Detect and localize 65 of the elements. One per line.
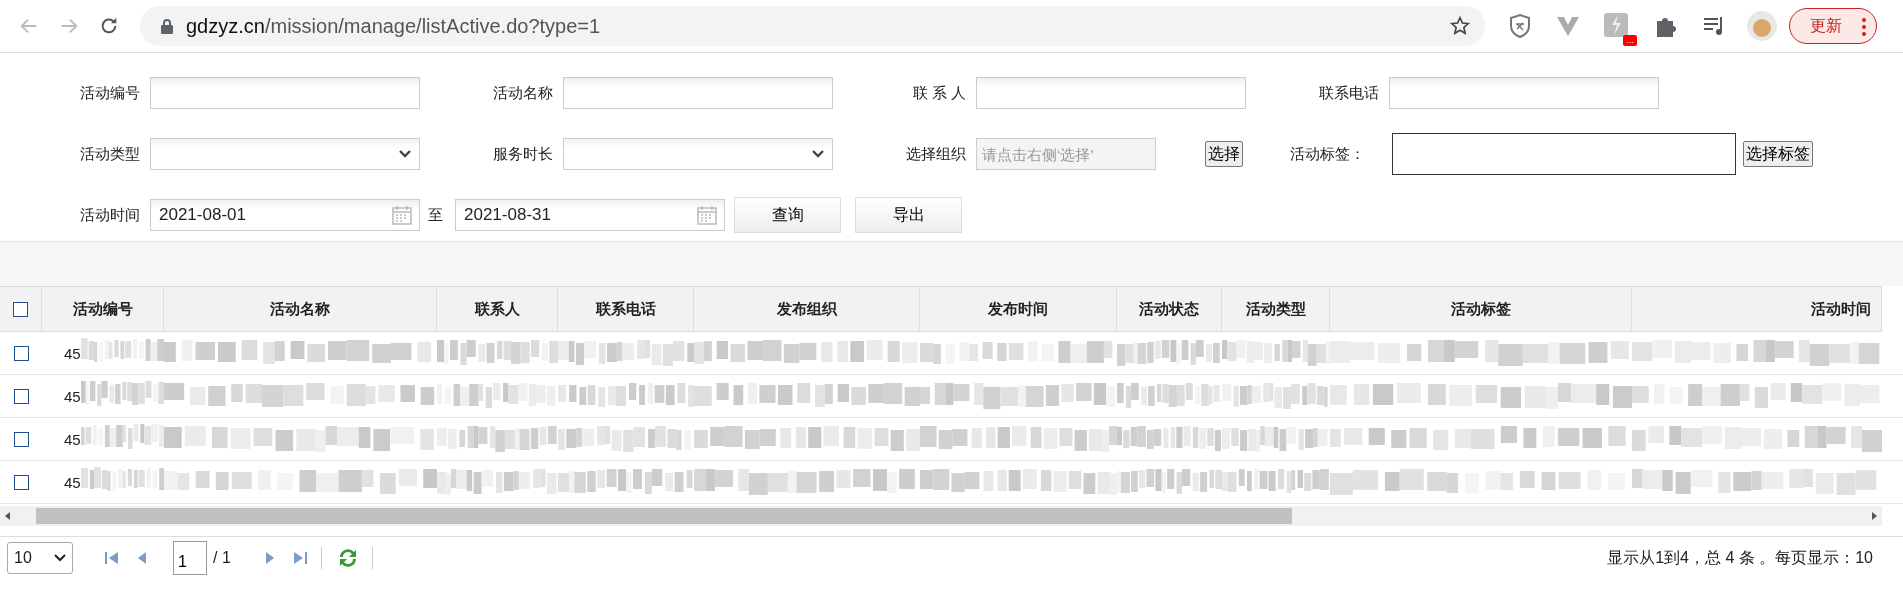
date-field[interactable]: 2021-08-01 bbox=[150, 199, 420, 231]
field-label: 联 系 人 bbox=[911, 83, 967, 103]
caret-icon bbox=[812, 150, 824, 158]
column-header: 活动标签 bbox=[1330, 286, 1632, 332]
text-field[interactable] bbox=[976, 77, 1246, 109]
pagination-summary: 显示从1到4，总 4 条 。每页显示：10 bbox=[1607, 547, 1873, 568]
column-header: 活动编号 bbox=[42, 286, 164, 332]
column-header: 联系电话 bbox=[558, 286, 694, 332]
notification-badge: ... bbox=[1623, 35, 1637, 46]
column-header: 活动名称 bbox=[164, 286, 437, 332]
row-checkbox[interactable] bbox=[13, 345, 29, 361]
avatar-icon[interactable] bbox=[1747, 11, 1777, 41]
caret-icon bbox=[54, 554, 66, 562]
column-header: 发布时间 bbox=[920, 286, 1117, 332]
table-cell: 45 bbox=[64, 473, 81, 491]
organization-field[interactable]: 请点击右侧‘选择’ bbox=[976, 138, 1156, 170]
tag-field[interactable] bbox=[1392, 133, 1736, 175]
field-label: 活动时间 bbox=[79, 205, 141, 225]
text-field[interactable] bbox=[563, 77, 833, 109]
update-button[interactable]: 更新 bbox=[1789, 8, 1877, 44]
menu-icon[interactable] bbox=[1862, 18, 1866, 36]
select-tag-button[interactable]: 选择标签 bbox=[1743, 141, 1813, 167]
page-total: / 1 bbox=[213, 549, 231, 567]
calendar-icon[interactable] bbox=[696, 204, 718, 226]
horizontal-scrollbar[interactable] bbox=[0, 506, 1882, 526]
column-header: 活动状态 bbox=[1117, 286, 1222, 332]
address-bar[interactable]: gdzyz.cn/mission/manage/listActive.do?type=1 bbox=[140, 6, 1485, 46]
lock-icon bbox=[160, 18, 174, 34]
text-field[interactable] bbox=[150, 77, 420, 109]
column-header: 发布组织 bbox=[694, 286, 920, 332]
caret-icon bbox=[399, 150, 411, 158]
field-label: 服务时长 bbox=[492, 144, 554, 164]
column-header: 活动类型 bbox=[1222, 286, 1330, 332]
date-field[interactable]: 2021-08-31 bbox=[455, 199, 725, 231]
page-size-select[interactable]: 10 bbox=[7, 542, 73, 574]
select-all-checkbox[interactable] bbox=[13, 301, 28, 317]
url-text: gdzyz.cn/mission/manage/listActive.do?type=1 bbox=[186, 14, 602, 38]
select-button[interactable]: 选择 bbox=[1205, 141, 1243, 167]
table-cell: 45 bbox=[64, 430, 81, 448]
field-label: 活动标签： bbox=[1290, 144, 1366, 164]
row-checkbox[interactable] bbox=[13, 474, 29, 490]
field-label: 活动名称 bbox=[492, 83, 554, 103]
table-cell: 45 bbox=[64, 344, 81, 362]
extension-icon[interactable] bbox=[1603, 12, 1629, 38]
field-label: 活动类型 bbox=[79, 144, 141, 164]
row-checkbox[interactable] bbox=[13, 431, 29, 447]
scrollbar-thumb[interactable] bbox=[36, 508, 1292, 524]
table-cell: 45 bbox=[64, 387, 81, 405]
page-number-field[interactable]: 1 bbox=[173, 541, 207, 575]
field-label: 选择组织 bbox=[905, 144, 967, 164]
action-button[interactable]: 导出 bbox=[855, 197, 962, 233]
shield-icon[interactable] bbox=[1507, 13, 1533, 39]
bookmark-star-icon[interactable] bbox=[1449, 15, 1471, 37]
field-label: 活动编号 bbox=[79, 83, 141, 103]
text-field[interactable] bbox=[1389, 77, 1659, 109]
column-header: 联系人 bbox=[437, 286, 558, 332]
dropdown-field[interactable] bbox=[150, 138, 420, 170]
first-page-icon[interactable] bbox=[103, 549, 121, 567]
column-header: 活动时间 bbox=[1632, 286, 1882, 332]
action-button[interactable]: 查询 bbox=[734, 197, 841, 233]
dropdown-field[interactable] bbox=[563, 138, 833, 170]
range-separator: 至 bbox=[427, 205, 444, 225]
row-checkbox[interactable] bbox=[13, 388, 29, 404]
calendar-icon[interactable] bbox=[391, 204, 413, 226]
field-label: 联系电话 bbox=[1318, 83, 1380, 103]
